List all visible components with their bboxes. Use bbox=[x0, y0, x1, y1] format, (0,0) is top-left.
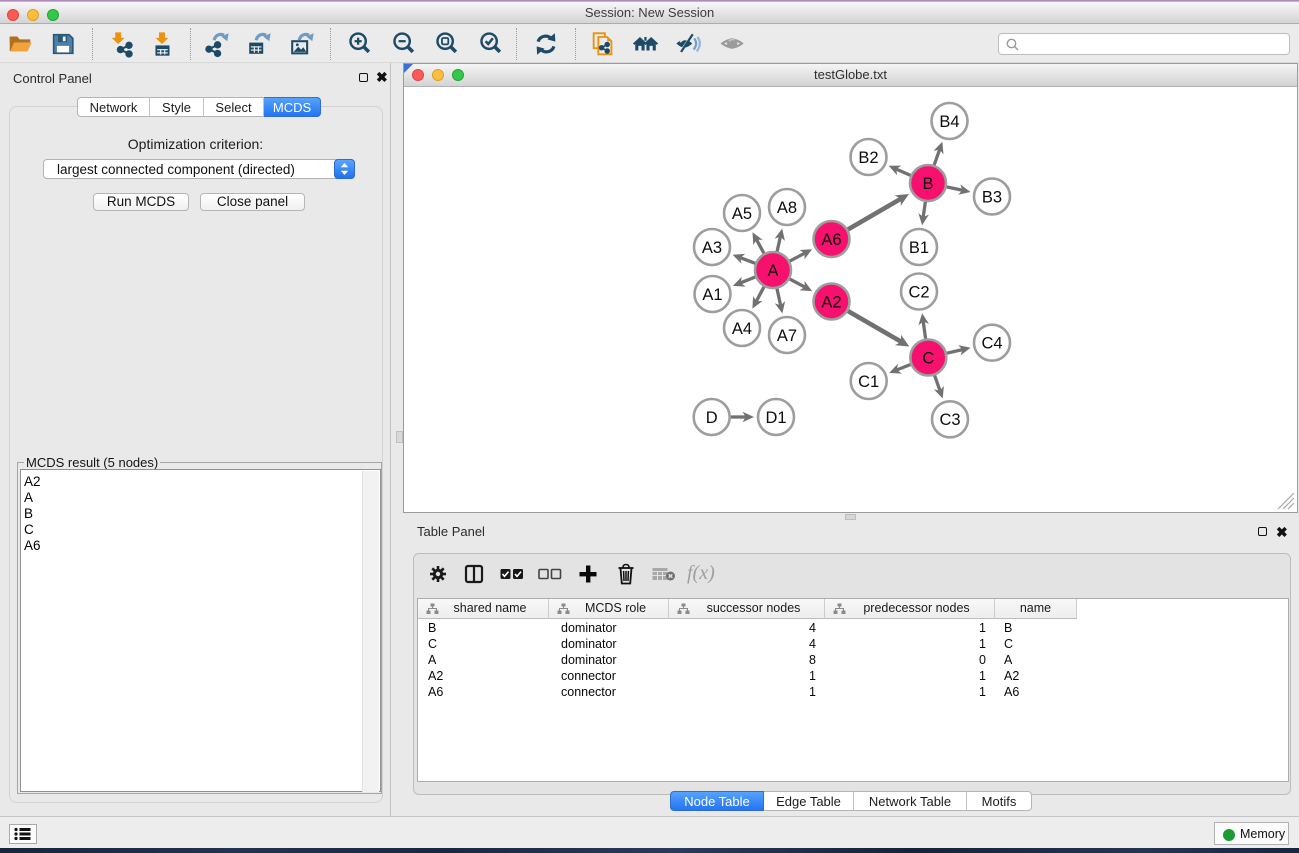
svg-text:A8: A8 bbox=[777, 199, 797, 217]
svg-text:C2: C2 bbox=[908, 283, 929, 301]
svg-text:C: C bbox=[922, 349, 934, 367]
svg-text:D1: D1 bbox=[765, 409, 786, 427]
svg-text:B4: B4 bbox=[939, 113, 959, 131]
svg-text:B2: B2 bbox=[858, 149, 878, 167]
svg-text:B1: B1 bbox=[909, 239, 929, 257]
svg-text:A6: A6 bbox=[821, 231, 841, 249]
svg-text:A1: A1 bbox=[702, 286, 722, 304]
svg-text:A5: A5 bbox=[732, 205, 752, 223]
svg-text:B: B bbox=[922, 175, 933, 193]
svg-text:B3: B3 bbox=[982, 188, 1002, 206]
svg-text:A7: A7 bbox=[777, 327, 797, 345]
svg-text:D: D bbox=[706, 409, 718, 427]
svg-text:C3: C3 bbox=[939, 411, 960, 429]
svg-text:A3: A3 bbox=[702, 239, 722, 257]
svg-text:C1: C1 bbox=[858, 373, 879, 391]
svg-text:A2: A2 bbox=[821, 293, 841, 311]
svg-text:A: A bbox=[767, 262, 778, 280]
svg-text:A4: A4 bbox=[732, 320, 752, 338]
svg-text:C4: C4 bbox=[981, 335, 1002, 353]
